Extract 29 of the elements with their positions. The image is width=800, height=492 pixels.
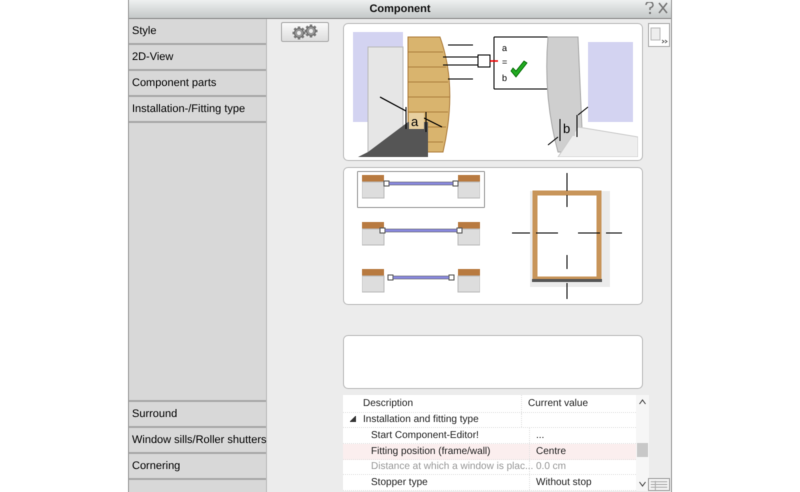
sidebar-item[interactable]: Component parts xyxy=(129,71,266,97)
formula-label: b xyxy=(502,73,508,83)
sidebar-item[interactable]: Cornering xyxy=(129,454,266,480)
sidebar-item[interactable]: Surround xyxy=(129,402,266,428)
help-icon[interactable] xyxy=(645,2,654,17)
property-value[interactable]: Without stop xyxy=(536,477,592,488)
property-value[interactable]: Centre xyxy=(536,446,566,457)
formula-label: = xyxy=(502,57,508,67)
sidebar-item[interactable]: Style xyxy=(129,19,266,45)
sidebar-item[interactable]: Installation-/Fitting type xyxy=(129,97,266,123)
window-title: Component xyxy=(369,3,431,15)
fitting-option[interactable] xyxy=(356,170,484,208)
column-header[interactable]: Current value xyxy=(521,395,628,412)
property-value[interactable]: ... xyxy=(536,430,544,442)
gears-icon xyxy=(290,24,320,40)
property-name[interactable]: Fitting position (frame/wall) xyxy=(363,446,529,457)
dimension-label: a xyxy=(411,114,418,129)
column-header[interactable]: Description xyxy=(363,398,521,409)
scrollbar-thumb[interactable] xyxy=(637,443,648,457)
expand-toggle-icon[interactable] xyxy=(350,416,356,422)
property-name[interactable]: Stopper type xyxy=(363,477,529,488)
sidebar-item[interactable]: Window sills/Roller shutters xyxy=(129,428,266,454)
property-name[interactable]: Start Component-Editor! xyxy=(363,430,529,442)
sidebar-item[interactable]: 2D-View xyxy=(129,45,266,71)
group-label: Installation and fitting type xyxy=(363,414,480,426)
formula-label: a xyxy=(502,43,508,53)
dimension-label: b xyxy=(563,121,570,136)
settings-button[interactable] xyxy=(281,22,329,42)
checkmark-icon xyxy=(510,60,528,78)
